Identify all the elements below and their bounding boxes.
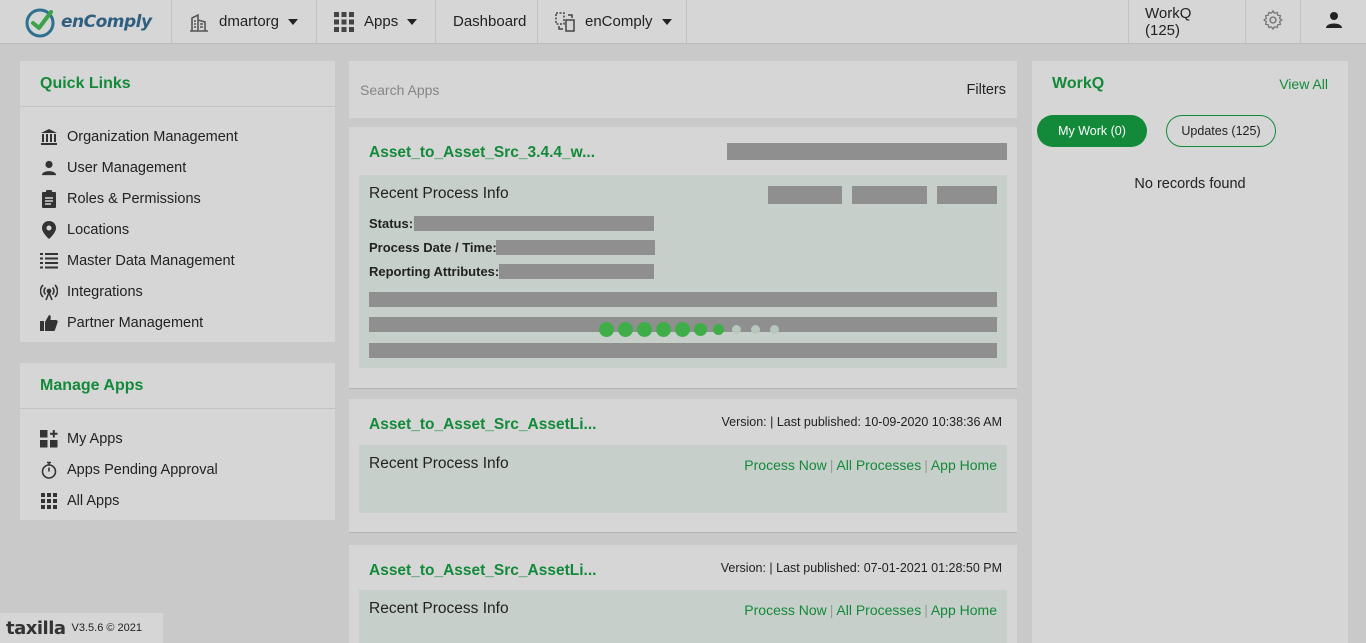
user-icon — [40, 159, 58, 177]
row-placeholder — [369, 343, 997, 358]
recent-process-info: Recent Process Info Status: Process Date… — [359, 175, 1007, 368]
search-apps-bar: Search Apps Filters — [349, 61, 1017, 118]
reporting-attributes-label: Reporting Attributes: — [369, 264, 500, 279]
settings-button[interactable] — [1246, 0, 1301, 43]
map-pin-icon — [40, 220, 58, 239]
recent-process-title: Recent Process Info — [369, 455, 509, 472]
chevron-down-icon — [407, 18, 418, 25]
recent-process-title: Recent Process Info — [369, 185, 509, 202]
link-placeholder — [768, 186, 842, 204]
logo-text: enComply — [61, 11, 152, 32]
app-version-meta: Version: | Last published: 10-09-2020 10… — [721, 415, 1002, 429]
app-home-link[interactable]: App Home — [931, 602, 997, 618]
workq-panel: WorkQ View All My Work (0) Updates (125)… — [1032, 61, 1348, 643]
stopwatch-icon — [40, 461, 58, 479]
antenna-icon — [40, 283, 58, 301]
dashboard-label: Dashboard — [453, 13, 527, 30]
view-all-link[interactable]: View All — [1279, 76, 1328, 92]
chevron-down-icon — [661, 18, 672, 25]
apps-plus-icon — [40, 429, 58, 448]
app-title[interactable]: Asset_to_Asset_Src_AssetLi... — [369, 562, 596, 580]
status-placeholder — [414, 216, 654, 231]
meta-placeholder — [727, 143, 1007, 160]
bank-icon — [40, 128, 58, 146]
my-work-tab[interactable]: My Work (0) — [1037, 115, 1147, 147]
all-processes-link[interactable]: All Processes — [836, 457, 921, 473]
quick-link-integrations[interactable]: Integrations — [20, 276, 335, 307]
search-input[interactable]: Search Apps — [360, 82, 439, 98]
org-switcher[interactable]: dmartorg — [172, 0, 317, 43]
logo[interactable]: enComply — [0, 0, 172, 43]
date-placeholder — [496, 240, 655, 255]
top-navbar: enComply dmartorg Apps Dashboard enCompl… — [0, 0, 1366, 44]
workq-title: WorkQ — [1052, 75, 1105, 92]
row-placeholder — [369, 292, 997, 307]
quick-link-locations[interactable]: Locations — [20, 214, 335, 245]
status-label: Status: — [369, 216, 414, 231]
version-text: V3.5.6 © 2021 — [71, 622, 143, 634]
quick-link-roles-permissions[interactable]: Roles & Permissions — [20, 183, 335, 214]
user-menu[interactable] — [1301, 0, 1366, 43]
loading-spinner — [599, 322, 783, 337]
grid-icon — [40, 492, 58, 510]
manage-link-all-apps[interactable]: All Apps — [20, 485, 335, 516]
updates-tab[interactable]: Updates (125) — [1166, 115, 1276, 147]
empty-state: No records found — [1134, 176, 1246, 192]
app-title[interactable]: Asset_to_Asset_Src_AssetLi... — [369, 416, 596, 434]
quick-link-master-data[interactable]: Master Data Management — [20, 245, 335, 276]
all-processes-link[interactable]: All Processes — [836, 602, 921, 618]
link-placeholder — [852, 186, 927, 204]
building-icon — [189, 12, 209, 32]
attributes-placeholder — [499, 264, 654, 279]
product-name: enComply — [585, 13, 653, 30]
quick-link-organization-management[interactable]: Organization Management — [20, 121, 335, 152]
grid-icon — [334, 11, 354, 32]
process-now-link[interactable]: Process Now — [744, 457, 826, 473]
user-icon — [1325, 11, 1343, 33]
process-now-link[interactable]: Process Now — [744, 602, 826, 618]
taxilla-logo: taxilla — [6, 617, 66, 639]
process-date-label: Process Date / Time: — [369, 240, 497, 255]
workq-counter[interactable]: WorkQ (125) — [1129, 0, 1246, 43]
thumbs-up-icon — [40, 314, 58, 332]
gear-icon — [1262, 9, 1284, 35]
app-card: Asset_to_Asset_Src_AssetLi... Version: |… — [349, 399, 1017, 533]
encomply-logo-icon — [24, 6, 56, 38]
app-card: Asset_to_Asset_Src_AssetLi... Version: |… — [349, 545, 1017, 643]
recent-process-info: Recent Process Info Process Now | All Proc… — [359, 445, 1007, 513]
chevron-down-icon — [288, 18, 299, 25]
manage-apps-title: Manage Apps — [40, 376, 144, 394]
app-version-meta: Version: | Last published: 07-01-2021 01… — [720, 561, 1002, 575]
clipboard-icon — [40, 189, 58, 208]
org-name: dmartorg — [219, 13, 280, 30]
workq-count-label: WorkQ (125) — [1145, 4, 1192, 39]
footer: taxilla V3.5.6 © 2021 — [0, 613, 163, 643]
manage-apps-panel: Manage Apps My Apps Apps Pending Approva… — [20, 363, 335, 520]
dashboard-link[interactable]: Dashboard — [436, 0, 538, 43]
manage-link-pending-approval[interactable]: Apps Pending Approval — [20, 454, 335, 485]
quick-links-panel: Quick Links Organization Management User… — [20, 61, 335, 342]
link-placeholder — [937, 186, 997, 204]
app-card: Asset_to_Asset_Src_3.4.4_w... Recent Pro… — [349, 127, 1017, 389]
quick-link-partner-management[interactable]: Partner Management — [20, 307, 335, 338]
recent-process-title: Recent Process Info — [369, 600, 509, 617]
switch-product-icon — [555, 11, 575, 32]
app-title[interactable]: Asset_to_Asset_Src_3.4.4_w... — [369, 144, 595, 162]
manage-link-my-apps[interactable]: My Apps — [20, 423, 335, 454]
apps-label: Apps — [364, 13, 399, 30]
apps-menu[interactable]: Apps — [317, 0, 436, 43]
app-home-link[interactable]: App Home — [931, 457, 997, 473]
quick-link-user-management[interactable]: User Management — [20, 152, 335, 183]
filters-button[interactable]: Filters — [967, 82, 1006, 98]
list-icon — [40, 252, 58, 270]
recent-process-info: Recent Process Info Process Now | All Proc… — [359, 590, 1007, 643]
quick-links-title: Quick Links — [40, 74, 131, 92]
product-switcher[interactable]: enComply — [538, 0, 687, 43]
